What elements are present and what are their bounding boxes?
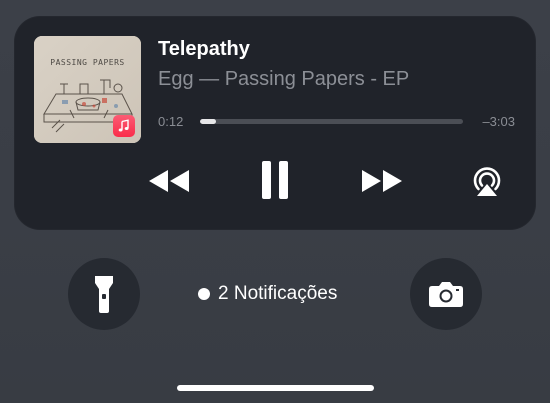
airplay-audio-icon (473, 167, 501, 196)
home-indicator[interactable] (177, 385, 374, 391)
rewind-icon (149, 170, 189, 192)
camera-icon (429, 282, 463, 307)
flashlight-icon (95, 276, 113, 313)
track-subtitle[interactable]: Egg — Passing Papers - EP (158, 68, 409, 91)
elapsed-time: 0:12 (158, 114, 184, 129)
fast-forward-icon (362, 170, 402, 192)
remaining-time: –3:03 (482, 114, 515, 129)
notifications-indicator[interactable]: 2 Notificações (198, 283, 337, 305)
airplay-button[interactable] (466, 162, 508, 200)
camera-button[interactable] (410, 258, 482, 330)
notifications-label: 2 Notificações (218, 283, 338, 304)
rewind-button[interactable] (144, 164, 194, 198)
album-artwork-text: PASSING PAPERS (50, 58, 125, 67)
notification-dot (198, 288, 210, 300)
progress-fill (200, 119, 217, 124)
track-title[interactable]: Telepathy (158, 38, 250, 61)
pause-button[interactable] (254, 158, 296, 202)
album-artwork[interactable]: PASSING PAPERS (34, 36, 141, 143)
now-playing-card[interactable]: PASSING PAPERS Telepathy Egg — Passing P… (14, 16, 536, 230)
flashlight-button[interactable] (68, 258, 140, 330)
apple-music-icon (113, 115, 135, 137)
fast-forward-button[interactable] (357, 164, 407, 198)
progress-scrubber[interactable] (200, 119, 463, 124)
pause-icon (262, 161, 288, 199)
